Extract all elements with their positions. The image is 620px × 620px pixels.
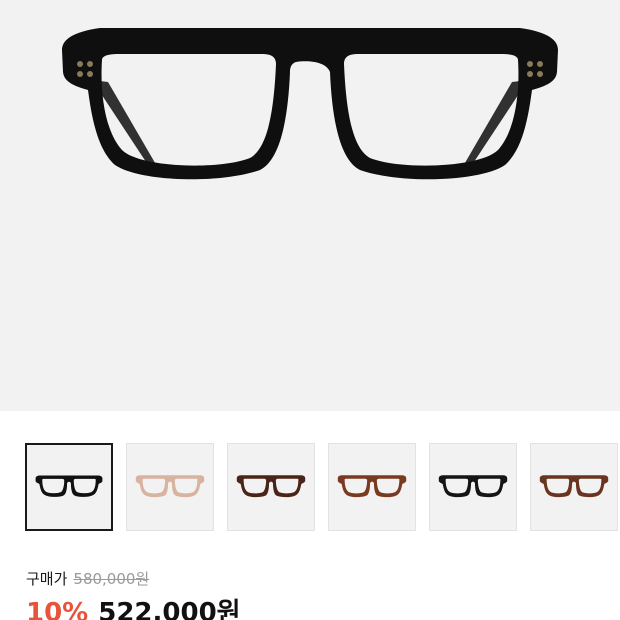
sale-price-row: 10% 522,000원 — [26, 598, 616, 620]
glasses-icon — [531, 444, 617, 530]
original-price: 580,000원 — [73, 570, 150, 588]
color-variant-thumbnail-tortoise[interactable] — [328, 443, 416, 531]
glasses-icon — [62, 28, 558, 180]
color-variant-thumbnail-havana[interactable] — [530, 443, 618, 531]
product-main-image — [0, 0, 620, 411]
price-label: 구매가 — [26, 570, 68, 588]
price-label-row: 구매가 580,000원 — [26, 568, 616, 590]
discount-rate: 10% — [26, 598, 89, 620]
glasses-icon — [329, 444, 415, 530]
color-variant-list — [0, 443, 620, 533]
glasses-icon — [430, 444, 516, 530]
glasses-icon — [127, 444, 213, 530]
glasses-icon — [27, 445, 111, 529]
color-variant-thumbnail-black[interactable] — [25, 443, 113, 531]
glasses-icon — [228, 444, 314, 530]
product-page: 구매가 580,000원 10% 522,000원 — [0, 0, 620, 620]
color-variant-thumbnail-beige[interactable] — [126, 443, 214, 531]
color-variant-thumbnail-dark-brown[interactable] — [227, 443, 315, 531]
color-variant-thumbnail-black-matte[interactable] — [429, 443, 517, 531]
price-section: 구매가 580,000원 10% 522,000원 — [26, 568, 616, 620]
sale-price: 522,000원 — [98, 598, 241, 620]
